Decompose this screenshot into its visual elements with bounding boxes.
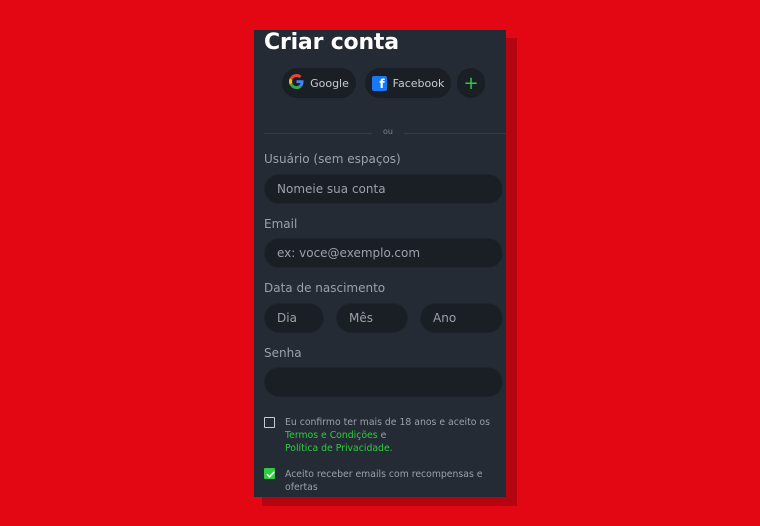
google-login-label: Google [310,76,349,90]
age-terms-checkbox[interactable] [264,417,275,428]
or-divider: ou [264,127,506,139]
password-label: Senha [264,346,302,360]
username-input[interactable] [264,174,503,204]
more-login-options-button[interactable]: + [457,68,485,98]
marketing-checkbox[interactable] [264,468,275,479]
page-title: Criar conta [264,30,399,55]
age-terms-statement: Eu confirmo ter mais de 18 anos e aceito… [285,417,490,428]
facebook-login-label: Facebook [392,76,445,90]
terms-conjunction: e [380,430,387,441]
divider-line-left [264,133,372,134]
marketing-text: Aceito receber emails com recompensas e … [285,469,483,493]
birth-month-input[interactable] [336,303,408,333]
google-login-button[interactable]: Google [282,68,356,98]
check-icon [266,471,275,478]
terms-link[interactable]: Termos e Condições [285,430,378,441]
birth-day-input[interactable] [264,303,324,333]
facebook-icon: f [371,75,387,91]
email-input[interactable] [264,238,503,268]
privacy-link[interactable]: Política de Privacidade. [285,443,393,454]
password-input[interactable] [264,367,503,397]
email-label: Email [264,217,298,231]
divider-line-right [404,133,506,134]
google-icon [289,74,304,92]
username-label: Usuário (sem espaços) [264,152,401,166]
plus-icon: + [463,72,479,94]
facebook-login-button[interactable]: f Facebook [365,68,451,98]
signup-panel: Criar conta Google f Facebook + ou Usuár… [254,30,506,497]
divider-text: ou [383,127,393,136]
age-terms-text: Eu confirmo ter mais de 18 anos e aceito… [285,416,499,455]
birth-year-input[interactable] [420,303,503,333]
birthdate-label: Data de nascimento [264,281,386,295]
